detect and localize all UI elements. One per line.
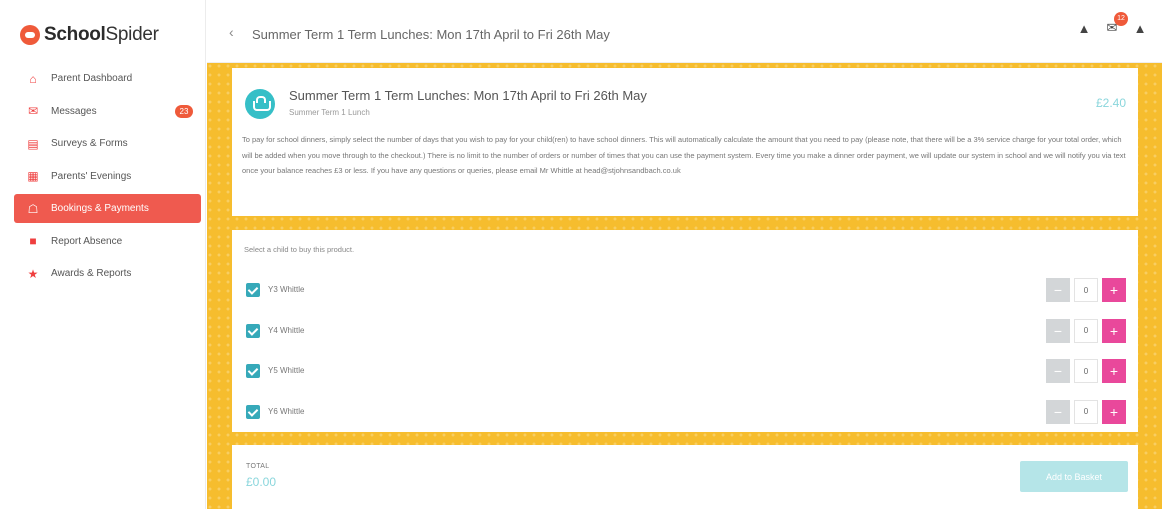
increase-button[interactable]: + (1102, 399, 1126, 424)
sidebar-item-label: Report Absence (51, 235, 123, 247)
sidebar-item-label: Awards & Reports (51, 268, 132, 279)
product-description: To pay for school dinners, simply select… (242, 135, 1126, 175)
child-row: Y6 Whittle −0 + (244, 399, 1126, 424)
sidebar-item-parents-evenings[interactable]: ▦ Parents' Evenings (14, 162, 201, 191)
sidebar-item-awards-reports[interactable]: ★ Awards & Reports (14, 259, 201, 288)
sidebar-nav: ⌂ Parent Dashboard ✉ Messages 23 ▤ Surveys & F… (14, 64, 201, 292)
trophy-icon: ★ (27, 266, 39, 281)
sidebar-item-label: Surveys & Forms (51, 138, 128, 149)
quantity-stepper: −0 + (1046, 359, 1126, 383)
envelope-icon: ✉ (27, 104, 39, 118)
quantity-stepper: −0 + (1046, 278, 1126, 302)
calendar-icon: ▦ (27, 169, 39, 183)
sidebar-item-surveys-forms[interactable]: ▤ Surveys & Forms (14, 129, 201, 158)
briefcase-icon: ■ (29, 234, 37, 248)
bank-icon: ☖ (27, 201, 39, 216)
child-checkbox[interactable] (246, 364, 260, 378)
document-icon: ▤ (27, 136, 39, 151)
increase-button[interactable]: + (1102, 359, 1126, 383)
child-row: Y5 Whittle −0 + (244, 359, 1126, 383)
quantity-stepper: −0 + (1046, 399, 1126, 424)
increase-button[interactable]: + (1102, 318, 1126, 343)
sidebar-item-label: Bookings & Payments (51, 203, 149, 214)
basket-footer: TOTAL £0.00 Add to Basket (232, 445, 1138, 509)
child-checkbox[interactable] (246, 323, 260, 338)
child-name: Y4 Whittle (268, 325, 305, 335)
sidebar-item-label: Messages (51, 105, 97, 117)
decrease-button[interactable]: − (1046, 399, 1070, 424)
product-card: Summer Term 1 Term Lunches: Mon 17th Apr… (232, 68, 1138, 216)
school-spider-logo[interactable]: SchoolSpider (20, 24, 159, 46)
child-name: Y5 Whittle (268, 366, 305, 375)
notification-badge: 12 (1114, 12, 1128, 26)
decrease-button[interactable]: − (1046, 278, 1070, 302)
product-subtitle: Summer Term 1 Lunch (289, 108, 370, 117)
top-icons: ▲ ✉ 12 ▲ (1076, 12, 1148, 36)
bell-icon-glyph: ▲ (1133, 20, 1147, 36)
child-selection-card: Select a child to buy this product. Y3 W… (232, 230, 1138, 432)
decrease-button[interactable]: − (1046, 318, 1070, 343)
product-title: Summer Term 1 Term Lunches: Mon 17th Apr… (289, 88, 647, 103)
quantity-field[interactable]: 0 (1074, 318, 1098, 343)
back-chevron-icon[interactable]: ‹ (229, 24, 234, 40)
child-row: Y4 Whittle −0 + (244, 318, 1126, 343)
add-to-basket-button[interactable]: Add to Basket (1020, 461, 1128, 492)
select-child-label: Select a child to buy this product. (244, 245, 355, 254)
decrease-button[interactable]: − (1046, 359, 1070, 383)
sidebar-item-report-absence[interactable]: ■ Report Absence (14, 227, 201, 256)
sidebar: SchoolSpider ⌂ Parent Dashboard ✉ Messages 2… (0, 0, 206, 509)
increase-button[interactable]: + (1102, 278, 1126, 302)
quantity-field[interactable]: 0 (1074, 278, 1098, 302)
sidebar-item-parent-dashboard[interactable]: ⌂ Parent Dashboard (14, 64, 201, 93)
child-row: Y3 Whittle −0 + (244, 278, 1126, 302)
total-label: TOTAL (246, 463, 270, 470)
lock-icon[interactable]: ▲ (1076, 20, 1092, 36)
lock-icon-glyph: ▲ (1077, 20, 1091, 36)
quantity-field[interactable]: 0 (1074, 359, 1098, 383)
spider-logo-icon (20, 25, 40, 45)
child-checkbox[interactable] (246, 404, 260, 419)
sidebar-item-messages[interactable]: ✉ Messages 23 (14, 97, 201, 126)
total-value: £0.00 (246, 475, 277, 489)
basket-icon (245, 89, 275, 119)
page-title: Summer Term 1 Term Lunches: Mon 17th Apr… (252, 27, 610, 42)
main-content: Summer Term 1 Term Lunches: Mon 17th Apr… (207, 63, 1162, 509)
unread-count-badge: 23 (175, 104, 193, 118)
child-name: Y3 Whittle (268, 285, 305, 294)
sidebar-item-label: Parents' Evenings (51, 170, 132, 182)
product-price: £2.40 (1095, 96, 1126, 110)
messages-icon[interactable]: ✉ 12 (1104, 12, 1128, 36)
bell-icon[interactable]: ▲ (1132, 20, 1148, 36)
child-name: Y6 Whittle (268, 406, 305, 416)
sidebar-item-label: Parent Dashboard (51, 73, 133, 84)
quantity-field[interactable]: 0 (1074, 399, 1098, 424)
top-bar: ‹ Summer Term 1 Term Lunches: Mon 17th A… (207, 0, 1162, 63)
quantity-stepper: −0 + (1046, 318, 1126, 343)
home-icon: ⌂ (29, 71, 37, 86)
child-checkbox[interactable] (246, 283, 260, 297)
sidebar-item-bookings-payments[interactable]: ☖ Bookings & Payments (14, 194, 201, 223)
